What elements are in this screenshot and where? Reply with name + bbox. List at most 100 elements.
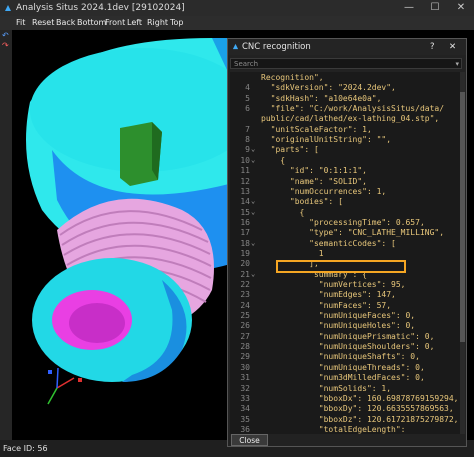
code-text: 1 xyxy=(261,248,324,258)
app-titlebar: Analysis Situs 2024.1dev [29102024] — ☐ … xyxy=(0,0,474,16)
code-text: "name": "SOLID", xyxy=(261,176,367,186)
code-line: 30 "numUniqueThreads": 0, xyxy=(230,362,460,373)
type-highlight-box xyxy=(276,260,406,273)
code-text: "numUniqueFaces": 0, xyxy=(261,311,416,321)
dialog-title: CNC recognition xyxy=(242,42,311,52)
close-button[interactable]: Close xyxy=(231,434,268,446)
search-input[interactable]: Search ▾ xyxy=(230,58,462,69)
code-text: "numUniquePrismatic": 0, xyxy=(261,331,435,341)
right-button[interactable]: Right xyxy=(147,16,168,30)
code-line: 5 "sdkHash": "a10e64e0a", xyxy=(230,93,460,104)
minimize-button[interactable]: — xyxy=(396,0,422,16)
line-number: 32 xyxy=(240,383,250,393)
code-text: { xyxy=(261,155,286,165)
line-number: 15 xyxy=(240,207,250,217)
line-number: 17 xyxy=(240,228,250,238)
code-text: "bboxDx": 160.69878769159294, xyxy=(261,393,459,403)
code-text: "numEdges": 147, xyxy=(261,290,396,300)
app-title: Analysis Situs 2024.1dev [29102024] xyxy=(16,3,185,13)
line-number: 34 xyxy=(240,404,250,414)
code-text: Recognition", xyxy=(261,73,324,82)
code-text: "totalEdgeLength": xyxy=(261,424,406,434)
code-text: "parts": [ xyxy=(261,145,319,155)
line-number: 9 xyxy=(245,145,250,155)
line-number: 13 xyxy=(240,186,250,196)
line-number: 31 xyxy=(240,373,250,383)
line-number: 4 xyxy=(245,83,250,93)
code-line: public/cad/lathed/ex-lathing_04.stp", xyxy=(230,113,460,124)
fold-chevron-icon[interactable]: ⌄ xyxy=(251,196,259,207)
line-number: 30 xyxy=(240,362,250,372)
line-number: 24 xyxy=(240,300,250,310)
line-number: 6 xyxy=(245,104,250,114)
code-line: Recognition", xyxy=(230,72,460,83)
front-button[interactable]: Front xyxy=(105,16,125,30)
code-text: "type": "CNC_LATHE_MILLING", xyxy=(261,228,445,238)
code-line: 24 "numFaces": 57, xyxy=(230,300,460,311)
back-button[interactable]: Back xyxy=(56,16,75,30)
code-text: { xyxy=(261,207,305,217)
scrollbar-thumb[interactable] xyxy=(460,92,465,342)
cnc-recognition-dialog: CNC recognition ? ✕ Search ▾ Recognition… xyxy=(227,38,467,447)
maximize-button[interactable]: ☐ xyxy=(422,0,448,16)
dialog-app-icon xyxy=(232,43,239,50)
fold-chevron-icon[interactable]: ⌄ xyxy=(251,144,259,155)
editor-scrollbar[interactable] xyxy=(460,72,465,434)
code-text: "bboxDz": 120.61721875279872, xyxy=(261,414,459,424)
left-button[interactable]: Left xyxy=(127,16,142,30)
line-number: 22 xyxy=(240,280,250,289)
top-button[interactable]: Top xyxy=(170,16,184,30)
filter-icon[interactable]: ▾ xyxy=(455,59,459,70)
code-line: 7 "unitScaleFactor": 1, xyxy=(230,124,460,135)
line-number: 20 xyxy=(240,259,250,269)
code-line: 6 "file": "C:/work/AnalysisSitus/data/ xyxy=(230,103,460,114)
code-text: "unitScaleFactor": 1, xyxy=(261,124,372,134)
dialog-close-icon[interactable]: ✕ xyxy=(449,39,456,55)
code-line: 34 "bboxDy": 120.6635557869563, xyxy=(230,403,460,414)
code-text: "numUniqueShafts": 0, xyxy=(261,352,420,362)
code-line: 9 ⌄ "parts": [ xyxy=(230,144,460,155)
redo-icon[interactable]: ↷ xyxy=(2,41,9,50)
code-line: 19 1 xyxy=(230,248,460,259)
line-number: 18 xyxy=(240,238,250,248)
code-line: 4 "sdkVersion": "2024.2dev", xyxy=(230,82,460,93)
code-text: "id": "0:1:1:1", xyxy=(261,166,367,176)
code-text: "numFaces": 57, xyxy=(261,300,392,310)
code-line: 35 "bboxDz": 120.61721875279872, xyxy=(230,414,460,425)
code-line: 29 "numUniqueShafts": 0, xyxy=(230,351,460,362)
help-button[interactable]: ? xyxy=(430,39,435,55)
code-line: 22 "numVertices": 95, xyxy=(230,279,460,290)
search-placeholder: Search xyxy=(234,60,259,68)
undo-icon[interactable]: ↶ xyxy=(2,31,9,40)
code-text: "num3dMilledFaces": 0, xyxy=(261,373,425,383)
line-number: 7 xyxy=(245,124,250,134)
code-text: "sdkHash": "a10e64e0a", xyxy=(261,93,382,103)
reset-button[interactable]: Reset xyxy=(32,16,54,30)
fit-button[interactable]: Fit xyxy=(16,16,25,30)
code-line: 17 "type": "CNC_LATHE_MILLING", xyxy=(230,227,460,238)
code-text: "sdkVersion": "2024.2dev", xyxy=(261,83,396,93)
line-number: 19 xyxy=(240,248,250,258)
code-line: 14 ⌄ "bodies": [ xyxy=(230,196,460,207)
fold-chevron-icon[interactable]: ⌄ xyxy=(251,155,259,166)
app-logo-icon xyxy=(5,5,11,11)
fold-chevron-icon[interactable]: ⌄ xyxy=(251,207,259,218)
close-window-button[interactable]: ✕ xyxy=(448,0,474,16)
fold-chevron-icon[interactable]: ⌄ xyxy=(251,238,259,249)
code-line: 33 "bboxDx": 160.69878769159294, xyxy=(230,393,460,404)
line-number: 33 xyxy=(240,393,250,403)
code-text: public/cad/lathed/ex-lathing_04.stp", xyxy=(261,114,440,124)
code-line: 13 "numOccurrences": 1, xyxy=(230,186,460,197)
code-line: 16 "processingTime": 0.657, xyxy=(230,217,460,228)
fold-chevron-icon[interactable]: ⌄ xyxy=(251,269,259,280)
line-number: 10 xyxy=(240,155,250,165)
code-line: 32 "numSolids": 1, xyxy=(230,383,460,394)
code-text: "originalUnitString": "", xyxy=(261,135,392,145)
code-line: 31 "num3dMilledFaces": 0, xyxy=(230,372,460,383)
bottom-button[interactable]: Bottom xyxy=(77,16,106,30)
code-line: 36 "totalEdgeLength": xyxy=(230,424,460,434)
code-line: 12 "name": "SOLID", xyxy=(230,176,460,187)
code-text: "numUniqueThreads": 0, xyxy=(261,362,425,372)
line-number: 36 xyxy=(240,424,250,434)
json-editor[interactable]: Recognition", 4 "sdkVersion": "2024.2dev"… xyxy=(230,72,460,434)
